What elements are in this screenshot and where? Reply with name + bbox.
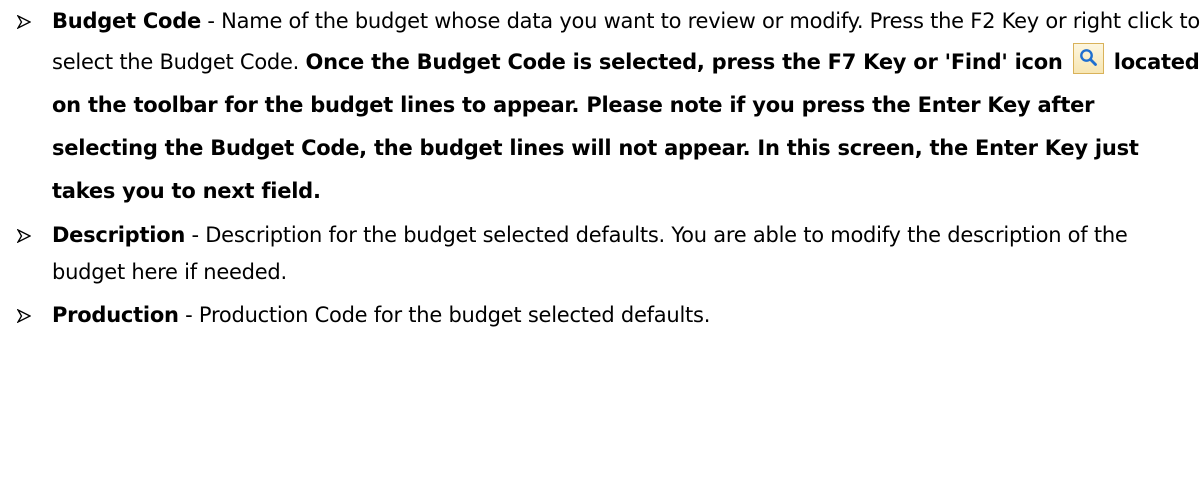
term-description: Description xyxy=(52,222,186,247)
description-field-text: Description for the budget selected defa… xyxy=(52,222,1128,285)
list-item-budget-code: Budget Code - Name of the budget whose d… xyxy=(0,3,1204,213)
production-field-text: Production Code for the budget selected … xyxy=(198,302,711,327)
term-separator: - xyxy=(178,302,199,327)
document: Budget Code - Name of the budget whose d… xyxy=(0,0,1204,491)
arrow-bullet-icon xyxy=(17,15,31,29)
find-instruction-text: Once the Budget Code is selected, press … xyxy=(305,49,1070,74)
term-separator: - xyxy=(200,9,222,33)
list-item-description: Description - Description for the budget… xyxy=(0,217,1204,292)
term-production: Production xyxy=(52,302,179,327)
arrow-bullet-icon xyxy=(17,308,31,323)
term-budget-code: Budget Code xyxy=(52,9,201,33)
term-separator: - xyxy=(185,222,206,247)
arrow-bullet-icon xyxy=(17,228,31,243)
search-icon xyxy=(1072,42,1104,74)
list-item-production: Production - Production Code for the bud… xyxy=(0,297,1204,335)
